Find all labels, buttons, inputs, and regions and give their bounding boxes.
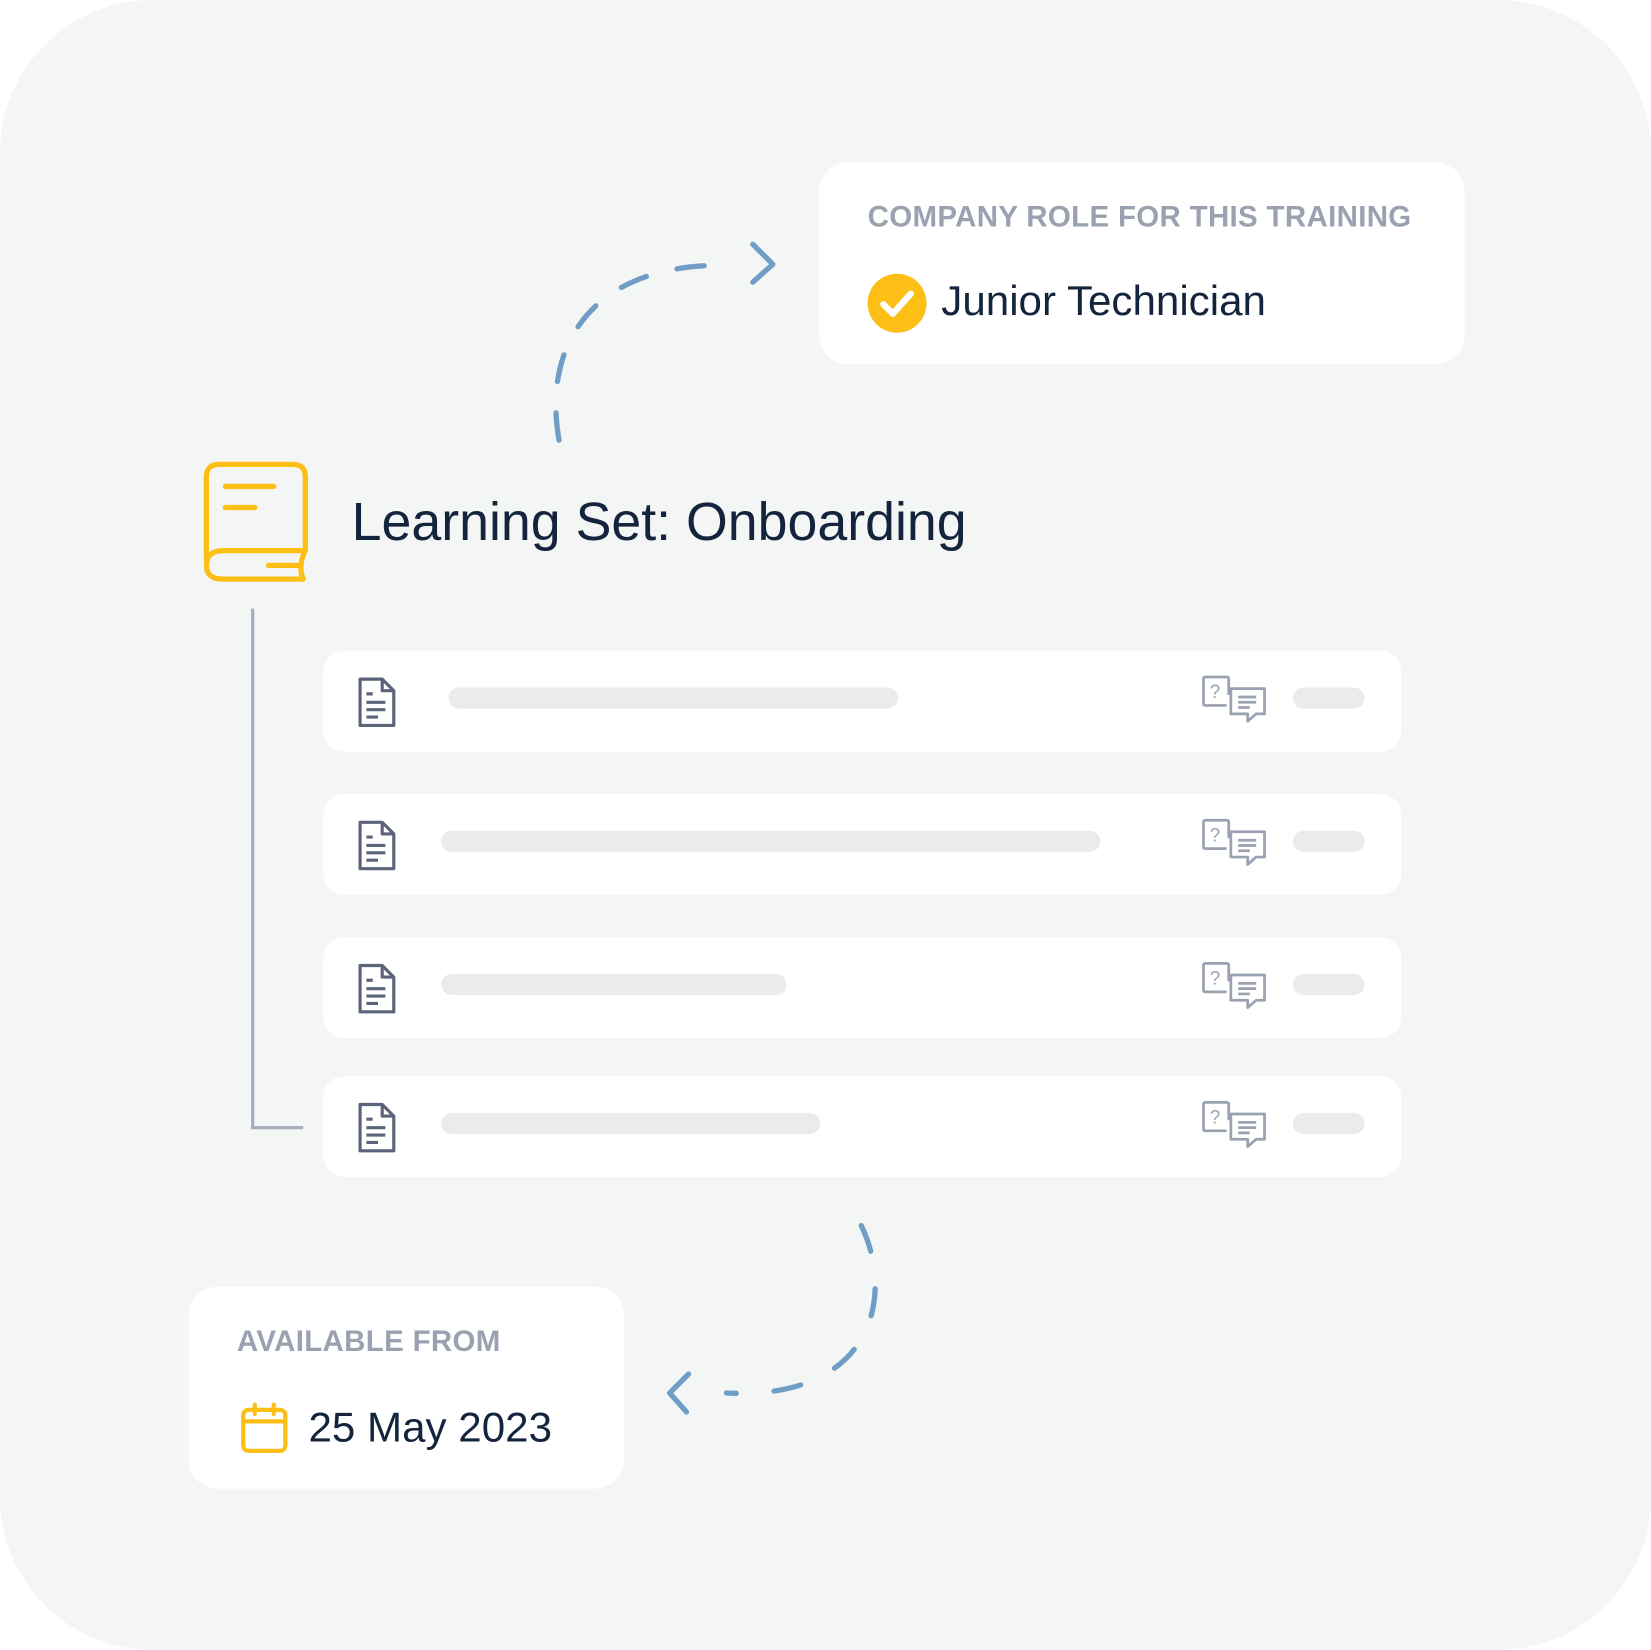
meta-placeholder <box>1292 973 1365 995</box>
title-placeholder <box>448 687 899 709</box>
question-answer-icon[interactable]: ? <box>1201 962 1266 1009</box>
list-item[interactable]: ? <box>323 1076 1402 1178</box>
title-placeholder <box>441 1112 821 1134</box>
availability-label: AVAILABLE FROM <box>236 1324 501 1358</box>
company-role-label: COMPANY ROLE FOR THIS TRAINING <box>867 200 1412 233</box>
availability-card: AVAILABLE FROM 25 May 2023 <box>188 1286 625 1489</box>
title-placeholder <box>441 830 1101 852</box>
question-answer-icon[interactable]: ? <box>1201 818 1266 866</box>
document-icon <box>357 1101 397 1154</box>
meta-placeholder <box>1292 687 1365 709</box>
learning-set-title: Learning Set: Onboarding <box>351 491 967 552</box>
list-item[interactable]: ? <box>323 793 1402 895</box>
document-icon <box>357 676 397 729</box>
document-icon <box>357 819 397 872</box>
svg-text:?: ? <box>1210 682 1221 703</box>
calendar-icon <box>241 1402 288 1454</box>
book-icon <box>202 461 308 582</box>
check-circle-icon <box>867 273 927 333</box>
list-item[interactable]: ? <box>323 937 1402 1039</box>
title-placeholder <box>441 973 787 995</box>
availability-date: 25 May 2023 <box>308 1404 553 1451</box>
question-answer-icon[interactable]: ? <box>1201 675 1266 723</box>
list-item[interactable]: ? <box>323 650 1402 752</box>
svg-text:?: ? <box>1210 825 1221 846</box>
document-icon <box>357 962 397 1015</box>
question-answer-icon[interactable]: ? <box>1201 1101 1266 1148</box>
company-role-card: COMPANY ROLE FOR THIS TRAINING Junior Te… <box>819 162 1465 365</box>
svg-text:?: ? <box>1210 1107 1221 1128</box>
meta-placeholder <box>1292 1112 1365 1134</box>
meta-placeholder <box>1292 830 1365 852</box>
company-role-value: Junior Technician <box>941 277 1266 325</box>
svg-text:?: ? <box>1210 968 1221 989</box>
